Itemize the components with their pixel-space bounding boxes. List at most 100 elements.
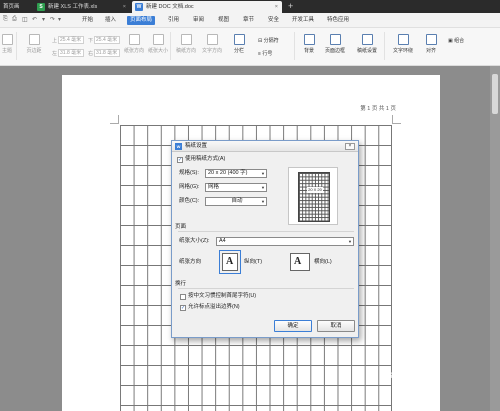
tab-home[interactable]: 首页画 [0,1,34,13]
menu-developer[interactable]: 开发工具 [292,16,314,25]
use-manuscript-label: 使用稿纸方式(A) [185,156,226,162]
color-label: 颜色(C): [179,198,200,204]
page-indicator: 第 1 页 共 1 页 [360,106,396,112]
menu-security[interactable]: 安全 [268,16,279,25]
undo-icon[interactable]: ↶ [32,16,37,23]
theme-icon [1,34,13,45]
dropdown-icon: ▼ [348,239,352,244]
use-manuscript-checkbox[interactable]: ✓ [177,157,183,163]
manuscript-direction-button[interactable]: 稿纸方向 [174,34,198,54]
menu-chapter[interactable]: 章节 [243,16,254,25]
preview-label: 20 X 20 [307,187,323,193]
scrollbar-thumb[interactable] [492,74,498,114]
background-button[interactable]: 背景 [298,34,320,54]
text-wrap-button[interactable]: 文字环绕 [388,34,418,54]
spreadsheet-icon: S [37,3,45,11]
margin-right-input[interactable]: 31.8 毫米 [94,49,120,57]
open-icon[interactable]: ⎘ [3,16,8,23]
menu-view[interactable]: 视图 [218,16,229,25]
menu-references[interactable]: 引用 [168,16,179,25]
more-icon[interactable]: ▾ [58,16,61,23]
columns-button[interactable]: 分栏 [228,34,250,54]
tab-doc[interactable]: W 新建 DOC 文档.doc × [132,1,282,13]
close-icon[interactable]: × [345,143,355,150]
margin-top-input[interactable]: 25.4 毫米 [58,36,84,44]
page-border-button[interactable]: 页面边框 [322,34,348,54]
manuscript-settings-dialog: W 稿纸设置 × ✓ 使用稿纸方式(A) 规格(S): 20 x 20 (400… [171,140,359,338]
document-icon: W [135,3,143,11]
text-direction-button[interactable]: 文字方向 [200,34,224,54]
line-number-button[interactable]: ≡ 行号 [258,50,272,57]
print-icon[interactable]: ⎙ [12,16,17,23]
menu-start[interactable]: 开始 [82,16,93,25]
landscape-button[interactable]: A [290,253,310,271]
portrait-button[interactable]: A [219,250,241,274]
break-button[interactable]: ⊟ 分隔符 [258,37,279,44]
align-button[interactable]: 对齐 [420,34,442,54]
orientation-button[interactable]: 纸张方向 [124,34,144,54]
paper-size-icon [152,34,164,45]
theme-button[interactable]: 主题 [0,34,14,54]
margin-left-input[interactable]: 31.8 毫米 [58,49,84,57]
chinese-rules-checkbox[interactable] [180,294,186,300]
margins-button[interactable]: 页边距 [24,34,44,54]
orientation-icon [128,34,140,45]
align-icon [425,34,437,45]
new-tab-button[interactable]: + [288,0,293,13]
ok-button[interactable]: 确定 [274,320,312,332]
columns-icon [233,34,245,45]
menu-review[interactable]: 审阅 [193,16,204,25]
grid-select[interactable]: 网格 ▼ [205,183,267,192]
preview-page: 20 X 20 [298,172,330,222]
preview-icon[interactable]: ◫ [22,16,28,23]
wrap-section-label: 换行 [175,281,187,287]
spec-select[interactable]: 20 x 20 (400 字) ▼ [205,169,267,178]
tab-bar: 首页画 S 新建 XLS 工作表.xls × W 新建 DOC 文档.doc ×… [0,0,500,13]
redo-icon[interactable]: ↷ [50,16,55,23]
grid-label: 网格(G): [179,184,200,190]
tab-label: 新建 XLS 工作表.xls [48,4,98,10]
dialog-titlebar[interactable]: W 稿纸设置 × [172,141,358,152]
preview-box: 20 X 20 [288,167,338,225]
tab-label: 新建 DOC 文档.doc [146,4,194,10]
paper-size-label: 纸张大小(Z): [179,238,210,244]
background-icon [303,34,315,45]
group-button[interactable]: ▣ 组合 [448,37,464,44]
menu-insert[interactable]: 插入 [105,16,116,25]
tab-label: 首页画 [3,4,20,10]
margin-bottom-input[interactable]: 25.4 毫米 [94,36,120,44]
page-section-label: 页面 [175,224,187,230]
menu-special[interactable]: 特色应用 [327,16,349,25]
vertical-scrollbar[interactable] [490,66,500,411]
margin-mark [392,115,401,124]
ribbon: 主题 页边距 上 25.4 毫米 左 31.8 毫米 下 25.4 毫米 右 3… [0,28,500,66]
manuscript-direction-icon [180,34,192,45]
dropdown-icon: ▼ [261,199,265,204]
margin-mark [110,115,119,124]
paper-orientation-label: 纸张方向 [179,259,202,265]
tab-xls[interactable]: S 新建 XLS 工作表.xls × [34,1,130,13]
wps-icon: W [175,143,182,150]
text-wrap-icon [397,34,409,45]
punctuation-overflow-checkbox[interactable]: ✓ [180,305,186,311]
dropdown-icon: ▼ [261,185,265,190]
chinese-rules-label: 按中文习惯控制首尾字符(U) [188,293,257,299]
text-direction-icon [206,34,218,45]
divider [178,288,354,289]
page-border-icon [329,34,341,45]
menu-bar: ⎘ ⎙ ◫ ↶ ▾ ↷ ▾ 开始 插入 页面布局 引用 审阅 视图 章节 安全 … [0,13,500,28]
close-icon[interactable]: × [123,1,126,13]
close-icon[interactable]: × [275,1,278,13]
dropdown-icon[interactable]: ▾ [42,16,45,23]
landscape-icon: A [294,256,302,267]
paper-size-select[interactable]: A4 ▼ [216,237,354,246]
cancel-button[interactable]: 取消 [317,320,355,332]
color-select[interactable]: 自动 ▼ [205,197,267,206]
margins-icon [28,34,40,45]
watermark: Baidu 经验 [382,369,438,381]
menu-page-layout[interactable]: 页面布局 [127,16,156,25]
spec-label: 规格(S): [179,170,199,176]
paper-size-button[interactable]: 纸张大小 [148,34,168,54]
portrait-icon: A [226,256,234,267]
manuscript-settings-button[interactable]: 稿纸设置 [354,34,380,54]
